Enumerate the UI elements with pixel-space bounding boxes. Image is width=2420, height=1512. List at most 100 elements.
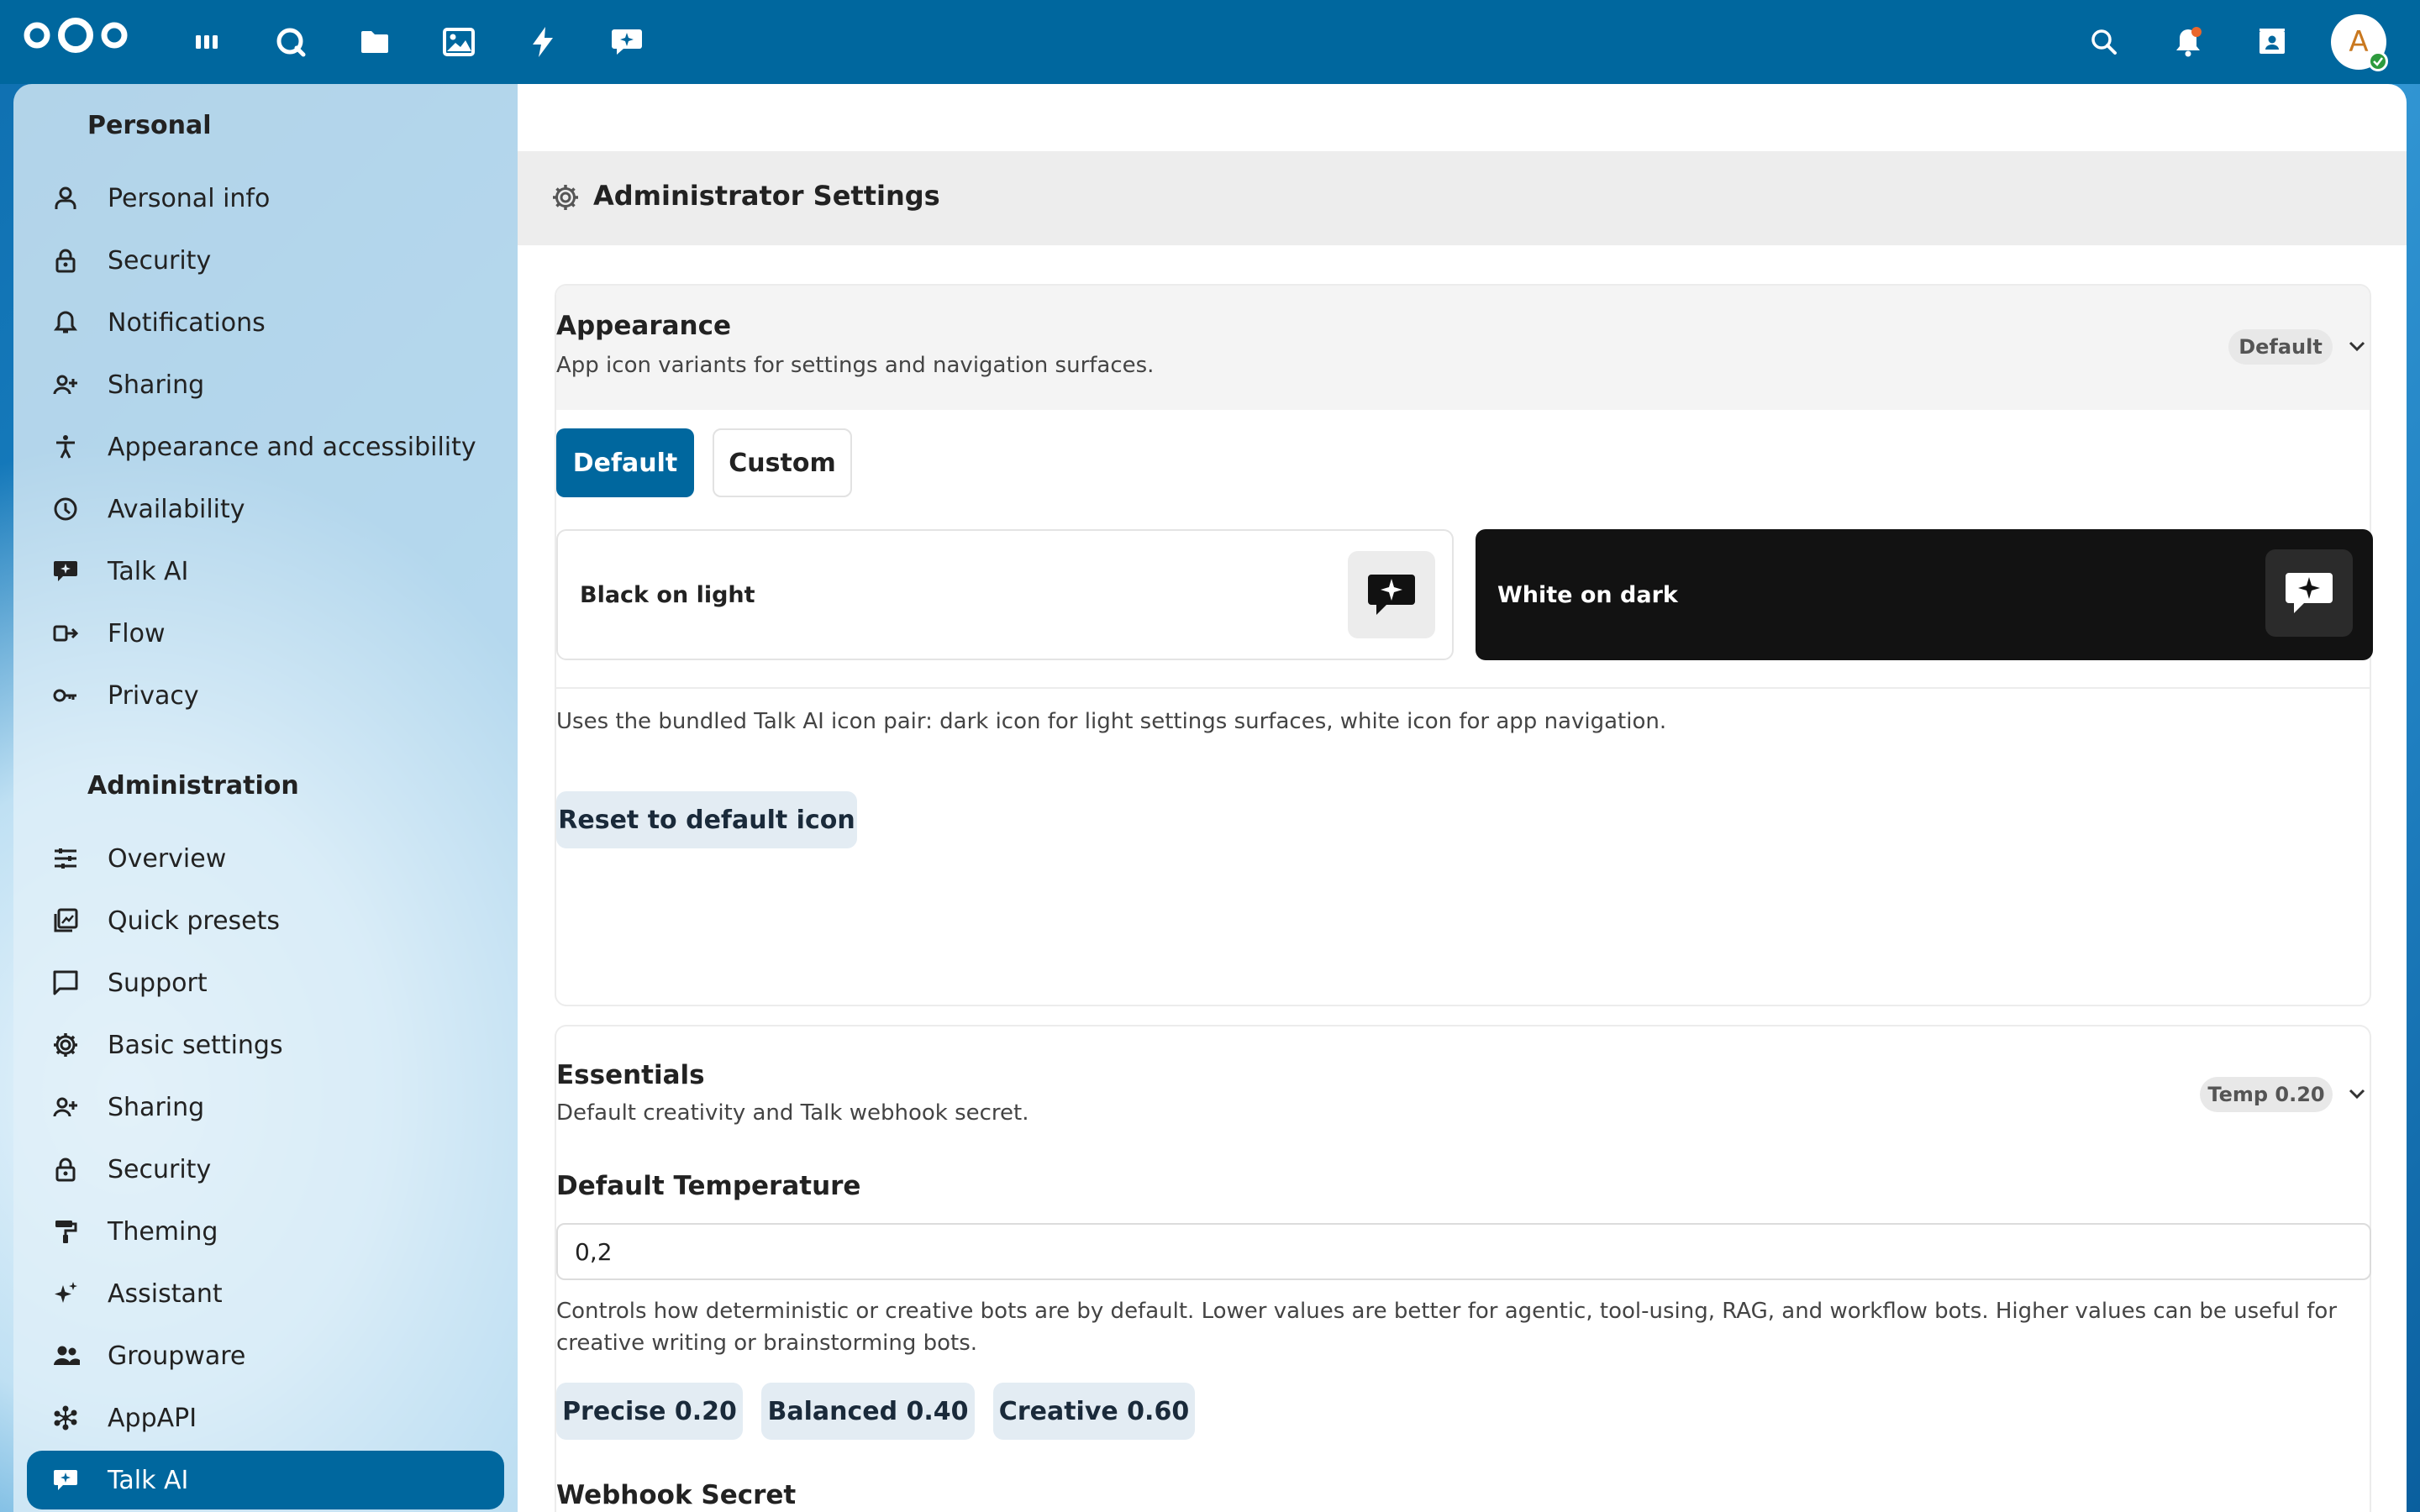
sidebar-item-flow[interactable]: Flow [27, 604, 504, 663]
sidebar-item-label: Flow [108, 618, 166, 648]
search-icon[interactable] [2084, 22, 2124, 62]
search-app-icon[interactable] [271, 22, 311, 62]
sidebar-item-overview[interactable]: Overview [27, 829, 504, 888]
lock-icon [27, 1140, 108, 1199]
sidebar-item-talk-ai[interactable]: Talk AI [27, 542, 504, 601]
talk-ai-icon [27, 1451, 108, 1509]
sidebar-item-appapi[interactable]: AppAPI [27, 1389, 504, 1447]
status-badge: Default [2228, 329, 2333, 365]
sidebar-item-sharing[interactable]: Sharing [27, 355, 504, 414]
paint-roller-icon [27, 1202, 108, 1261]
sidebar-item-label: Availability [108, 494, 245, 524]
sidebar-item-label: Talk AI [108, 556, 189, 586]
share-user-icon [27, 355, 108, 414]
settings-header: Administrator Settings [518, 151, 2407, 245]
variant-white-on-dark[interactable]: White on dark [1476, 529, 2373, 660]
nextcloud-logo-icon[interactable] [24, 17, 128, 54]
preset-balanced-button[interactable]: Balanced 0.40 [761, 1383, 975, 1440]
talk-ai-icon [1348, 551, 1435, 638]
talk-ai-icon[interactable] [607, 22, 647, 62]
appearance-section-header[interactable]: Appearance App icon variants for setting… [556, 286, 2370, 410]
sidebar-item-admin-security[interactable]: Security [27, 1140, 504, 1199]
preset-precise-button[interactable]: Precise 0.20 [556, 1383, 743, 1440]
sidebar-item-appearance[interactable]: Appearance and accessibility [27, 417, 504, 476]
sidebar-item-label: Groupware [108, 1341, 246, 1371]
sidebar-item-label: Assistant [108, 1278, 223, 1309]
main-content: Administrator Settings Appearance App ic… [518, 84, 2407, 1512]
appearance-help-text: Uses the bundled Talk AI icon pair: dark… [556, 709, 1667, 734]
files-icon[interactable] [355, 22, 395, 62]
sidebar-item-label: Security [108, 1154, 212, 1184]
sidebar-item-label: AppAPI [108, 1403, 197, 1433]
preset-creative-button[interactable]: Creative 0.60 [993, 1383, 1195, 1440]
sidebar-item-admin-talk-ai[interactable]: Talk AI [27, 1451, 504, 1509]
notifications-icon[interactable] [2168, 22, 2208, 62]
key-icon [27, 666, 108, 725]
sidebar-item-label: Notifications [108, 307, 266, 338]
photos-icon[interactable] [439, 22, 479, 62]
sidebar-item-theming[interactable]: Theming [27, 1202, 504, 1261]
dashboard-icon[interactable] [187, 22, 227, 62]
appearance-title: Appearance [556, 311, 731, 341]
sidebar-item-notifications[interactable]: Notifications [27, 293, 504, 352]
essentials-description: Default creativity and Talk webhook secr… [556, 1100, 1029, 1126]
chevron-down-icon[interactable] [2348, 1087, 2366, 1100]
divider [556, 687, 2370, 689]
sidebar-heading-administration: Administration [87, 771, 299, 801]
tab-custom[interactable]: Custom [713, 428, 852, 497]
gear-icon [27, 1016, 108, 1074]
sliders-icon [27, 829, 108, 888]
page-title: Administrator Settings [593, 180, 940, 212]
sparkle-icon [27, 1264, 108, 1323]
sidebar-item-label: Quick presets [108, 906, 281, 936]
sidebar-item-label: Privacy [108, 680, 199, 711]
essentials-section-header[interactable]: Essentials Default creativity and Talk w… [556, 1026, 2370, 1152]
activity-icon[interactable] [523, 22, 563, 62]
sidebar-item-privacy[interactable]: Privacy [27, 666, 504, 725]
avatar[interactable]: A [2331, 14, 2388, 71]
share-user-icon [27, 1078, 108, 1137]
sidebar-item-personal-info[interactable]: Personal info [27, 169, 504, 228]
group-icon [27, 1326, 108, 1385]
sidebar-item-admin-sharing[interactable]: Sharing [27, 1078, 504, 1137]
notification-dot [2191, 27, 2202, 37]
sidebar-item-support[interactable]: Support [27, 953, 504, 1012]
essentials-section: Essentials Default creativity and Talk w… [555, 1025, 2371, 1512]
appearance-section: Appearance App icon variants for setting… [555, 284, 2373, 1006]
sidebar-item-availability[interactable]: Availability [27, 480, 504, 538]
accessibility-icon [27, 417, 108, 476]
user-icon [27, 169, 108, 228]
reset-default-icon-button[interactable]: Reset to default icon [556, 791, 857, 848]
contacts-icon[interactable] [2252, 22, 2292, 62]
default-temperature-input[interactable] [556, 1223, 2371, 1280]
sidebar-item-groupware[interactable]: Groupware [27, 1326, 504, 1385]
sidebar-item-security[interactable]: Security [27, 231, 504, 290]
sidebar-item-quick-presets[interactable]: Quick presets [27, 891, 504, 950]
appapi-icon [27, 1389, 108, 1447]
variant-black-on-light[interactable]: Black on light [556, 529, 1454, 660]
sidebar-heading-personal: Personal [87, 111, 212, 140]
webhook-secret-label: Webhook Secret [556, 1480, 797, 1510]
lock-icon [27, 231, 108, 290]
flow-icon [27, 604, 108, 663]
top-bar: A [0, 0, 2420, 84]
tab-default[interactable]: Default [556, 428, 694, 497]
sidebar-item-label: Overview [108, 843, 227, 874]
sidebar-item-basic-settings[interactable]: Basic settings [27, 1016, 504, 1074]
sidebar-item-label: Sharing [108, 370, 205, 400]
sidebar-item-label: Personal info [108, 183, 271, 213]
support-icon [27, 953, 108, 1012]
variant-label: White on dark [1497, 581, 1678, 608]
avatar-letter: A [2349, 25, 2369, 59]
sidebar-item-label: Security [108, 245, 212, 276]
clock-icon [27, 480, 108, 538]
sidebar-item-assistant[interactable]: Assistant [27, 1264, 504, 1323]
chevron-down-icon[interactable] [2348, 339, 2366, 353]
status-online-icon [2368, 51, 2388, 71]
sidebar-item-label: Sharing [108, 1092, 205, 1122]
sidebar-item-label: Support [108, 968, 208, 998]
essentials-title: Essentials [556, 1060, 705, 1090]
appearance-description: App icon variants for settings and navig… [556, 353, 1155, 378]
temperature-help-text: Controls how deterministic or creative b… [556, 1299, 2338, 1356]
talk-ai-icon [27, 542, 108, 601]
